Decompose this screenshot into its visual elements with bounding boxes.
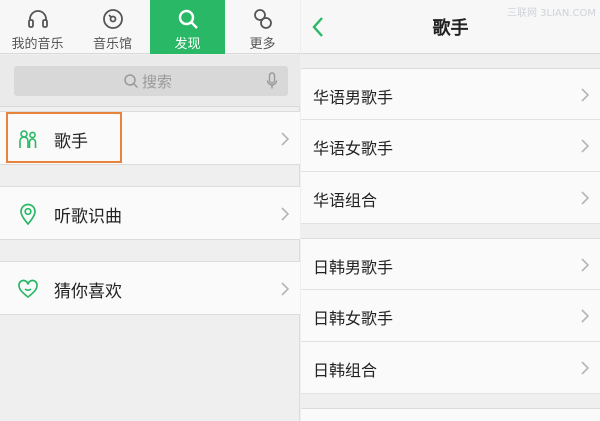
right-panel: 歌手 三联网 3LIAN.COM 华语男歌手 华语女歌手 华语组合 日韩男歌手 …: [301, 0, 600, 421]
app-root: 我的音乐 音乐馆 发现 更多 搜索 歌手 听歌识曲 猜你喜欢 歌手 三联网 3L…: [0, 0, 600, 421]
search-area: 搜索: [0, 55, 300, 107]
list-item-label: 华语男歌手: [313, 88, 394, 107]
tab-my-music[interactable]: 我的音乐: [0, 0, 75, 54]
location-pin-icon: [20, 203, 36, 226]
search-input[interactable]: 搜索: [14, 66, 288, 96]
chevron-right-icon: [581, 88, 590, 102]
list-item-label: 华语组合: [313, 191, 378, 210]
tab-label: 音乐馆: [92, 37, 132, 52]
menu-item-guess-you-like[interactable]: 猜你喜欢: [0, 261, 300, 315]
more-icon: [254, 9, 272, 29]
selection-highlight: [6, 112, 122, 163]
chevron-right-icon: [281, 132, 290, 146]
tab-music-hall[interactable]: 音乐馆: [75, 0, 150, 54]
chevron-right-icon: [581, 258, 590, 272]
tab-bar: 我的音乐 音乐馆 发现 更多: [0, 0, 300, 54]
list-item-label: 日韩女歌手: [313, 309, 394, 328]
list-item[interactable]: 日韩男歌手: [301, 238, 600, 290]
list-item-label: 日韩男歌手: [313, 258, 394, 277]
chevron-right-icon: [581, 361, 590, 375]
chevron-right-icon: [581, 191, 590, 205]
search-icon: [124, 74, 139, 89]
tab-label: 发现: [174, 37, 201, 52]
list-item[interactable]: 日韩女歌手: [301, 290, 600, 342]
chevron-right-icon: [581, 309, 590, 323]
menu-item-label: 听歌识曲: [54, 207, 122, 227]
tab-more[interactable]: 更多: [225, 0, 300, 54]
chevron-right-icon: [281, 282, 290, 296]
list-item-label: 华语女歌手: [313, 139, 394, 158]
microphone-icon[interactable]: [266, 72, 278, 90]
watermark: 三联网 3LIAN.COM: [506, 8, 596, 19]
headphones-icon: [28, 10, 48, 28]
list-item[interactable]: 华语女歌手: [301, 120, 600, 172]
detail-header: 歌手 三联网 3LIAN.COM: [301, 0, 600, 54]
disc-icon: [103, 9, 123, 29]
chevron-right-icon: [281, 207, 290, 221]
list-item[interactable]: 华语男歌手: [301, 68, 600, 120]
search-icon: [178, 9, 198, 29]
list-item: [301, 408, 600, 421]
search-placeholder: 搜索: [142, 73, 173, 91]
menu-item-label: 猜你喜欢: [54, 282, 122, 302]
list-item[interactable]: 华语组合: [301, 172, 600, 224]
heart-icon: [18, 279, 38, 299]
tab-label: 更多: [249, 37, 276, 52]
tab-discover[interactable]: 发现: [150, 0, 225, 54]
list-item[interactable]: 日韩组合: [301, 342, 600, 394]
menu-item-song-recognition[interactable]: 听歌识曲: [0, 186, 300, 240]
tab-label: 我的音乐: [11, 37, 64, 52]
list-item-label: 日韩组合: [313, 361, 378, 380]
left-panel: 我的音乐 音乐馆 发现 更多 搜索 歌手 听歌识曲 猜你喜欢: [0, 0, 300, 421]
chevron-right-icon: [581, 139, 590, 153]
